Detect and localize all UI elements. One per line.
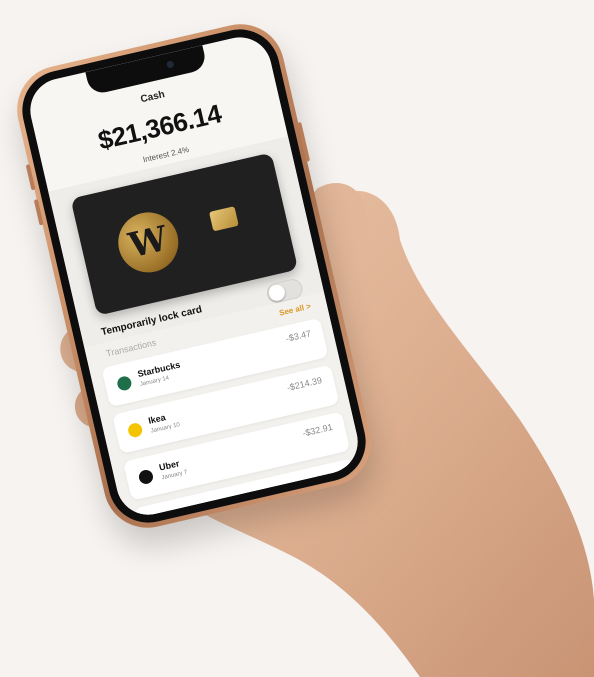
transaction-amount: -$32.91 <box>301 421 334 439</box>
card-chip-icon <box>208 206 239 232</box>
debit-card[interactable]: W <box>70 152 299 316</box>
transaction-amount: -$3.47 <box>284 328 312 344</box>
toggle-knob <box>267 283 287 303</box>
card-logo: W <box>112 206 185 279</box>
starbucks-icon <box>115 375 133 392</box>
uber-icon <box>137 468 155 486</box>
camera-icon <box>166 60 175 69</box>
card-logo-letter: W <box>125 218 172 267</box>
transactions-title: Transactions <box>105 337 158 359</box>
transaction-name: Uber <box>158 458 181 473</box>
transaction-name: Starbucks <box>136 359 182 380</box>
transaction-amount: -$214.39 <box>285 375 323 393</box>
see-all-link[interactable]: See all > <box>278 302 312 319</box>
ikea-icon <box>126 421 144 439</box>
transaction-name: Ikea <box>147 412 167 426</box>
product-photo: Cash $21,366.14 Interest 2.4% W Temporar… <box>0 0 594 677</box>
